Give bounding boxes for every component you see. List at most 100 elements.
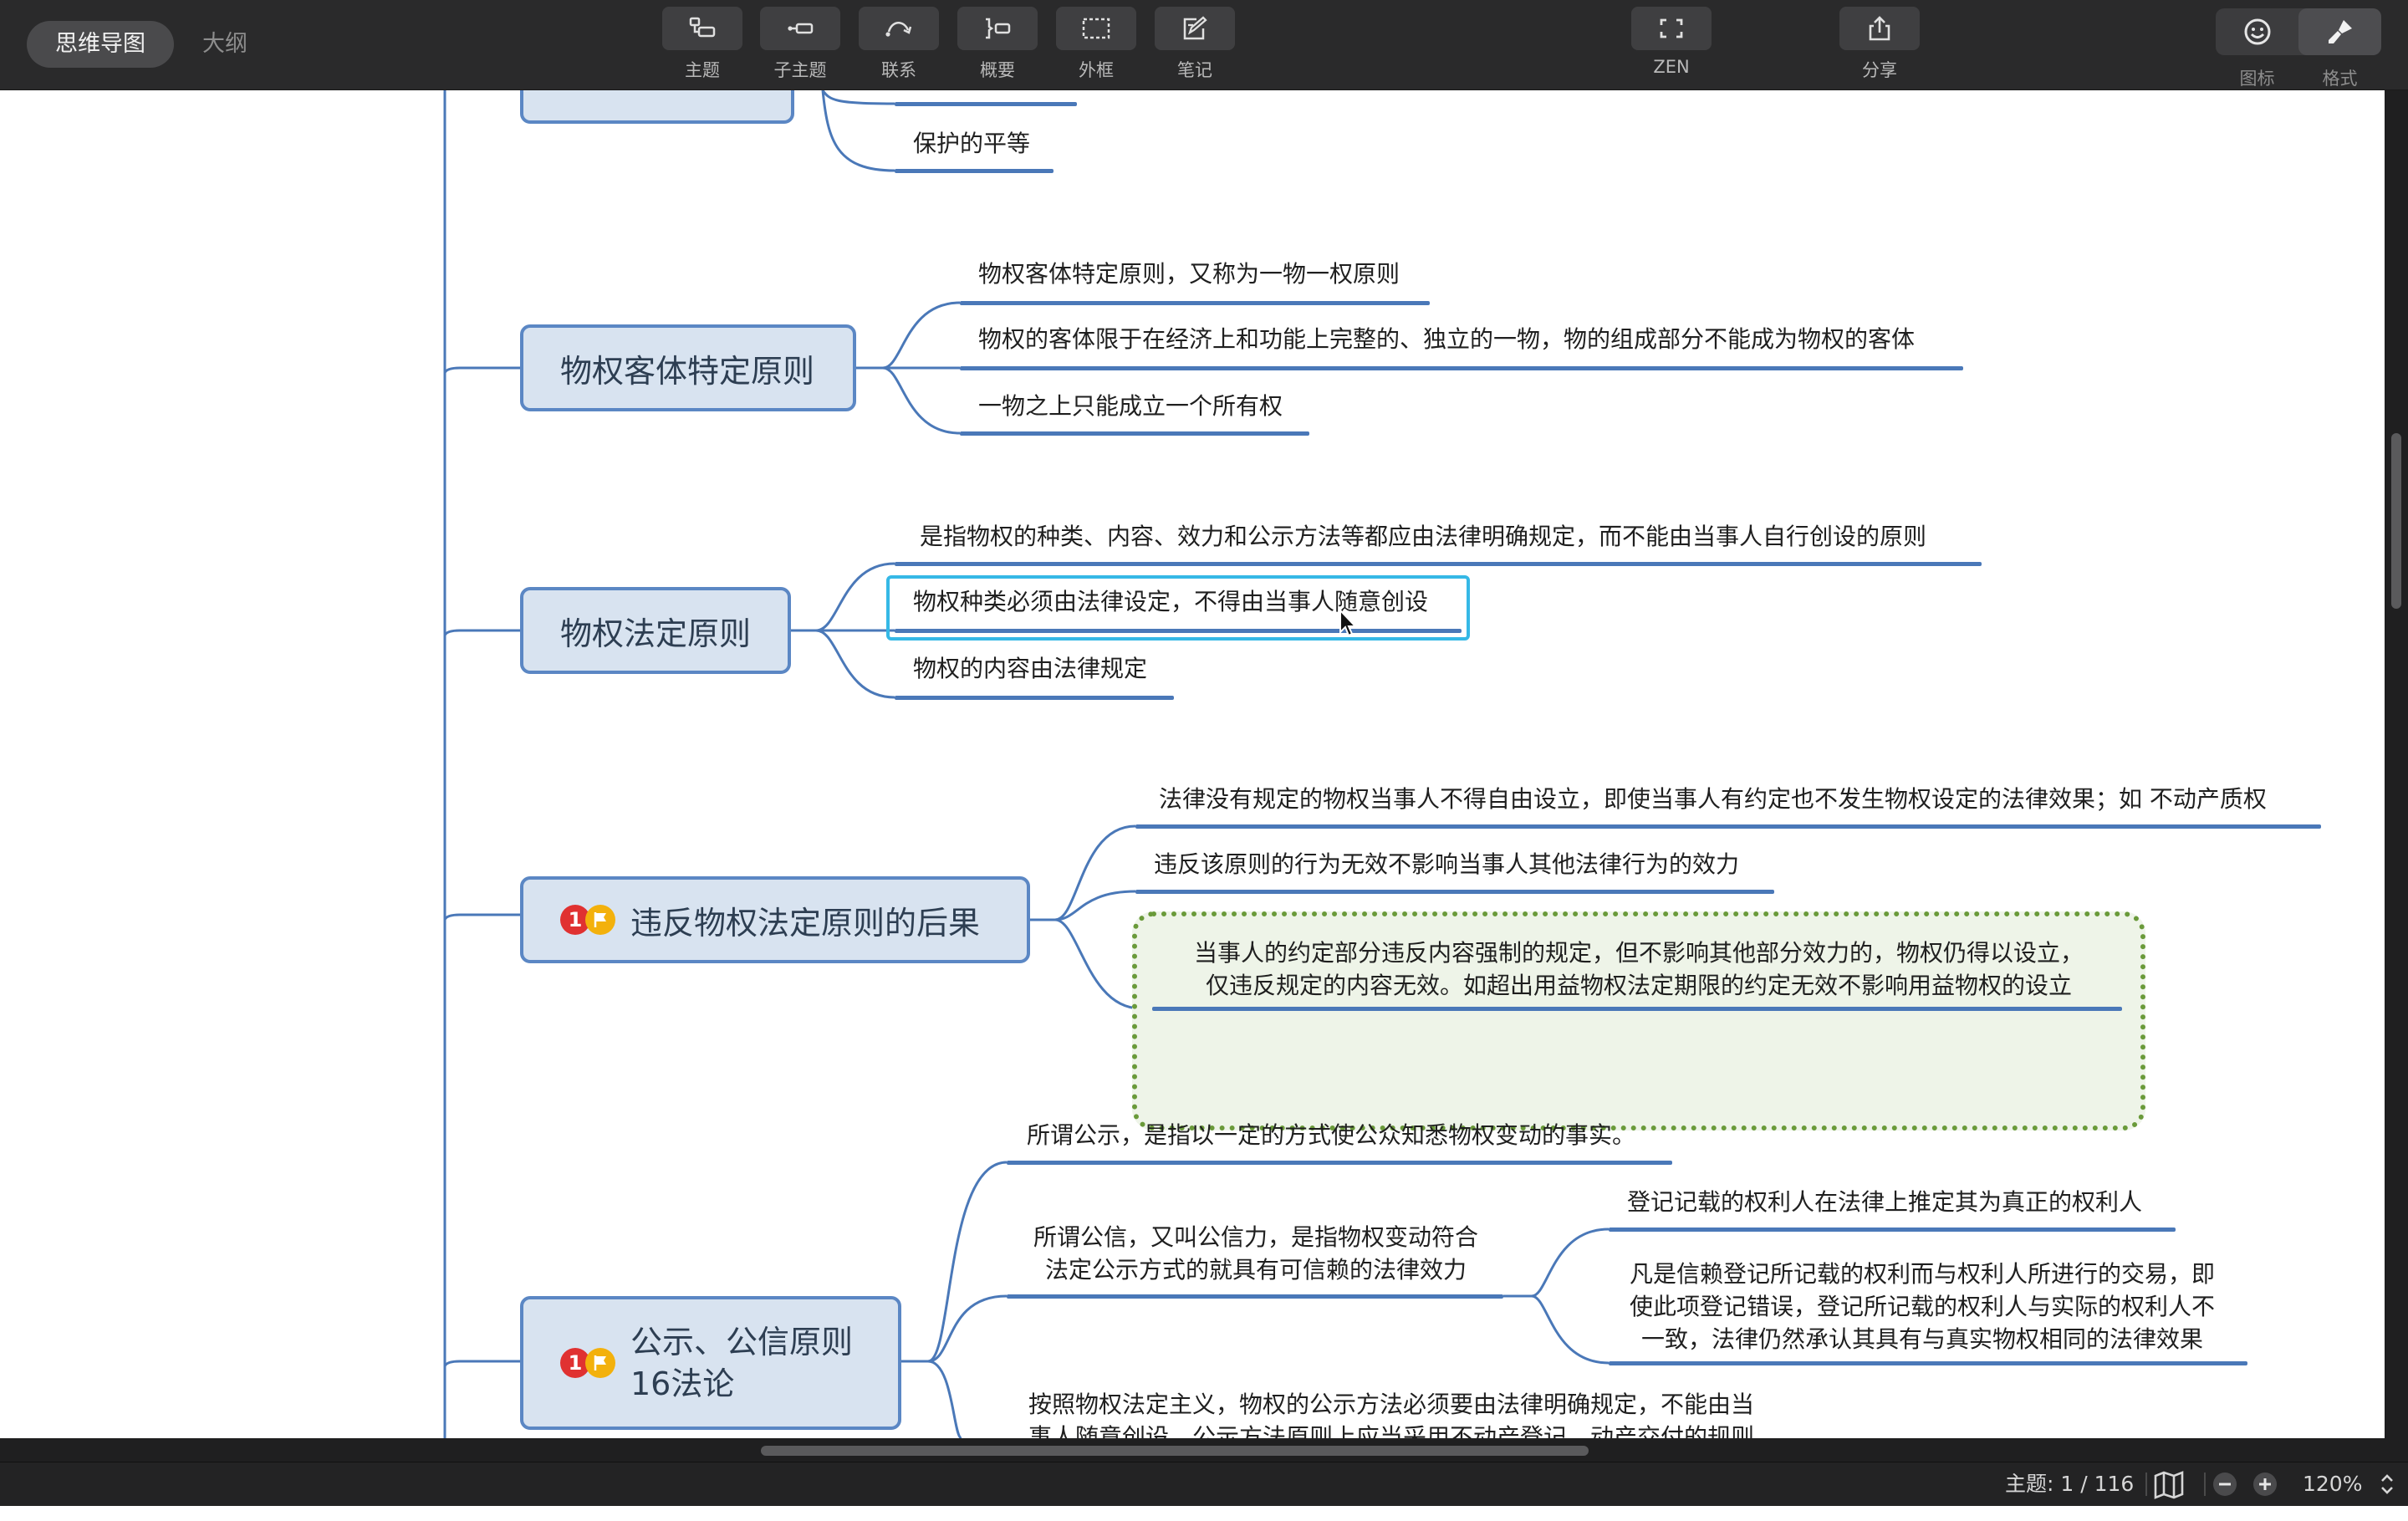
- boundary-tool[interactable]: 外框: [1056, 7, 1136, 84]
- zoom-out-button[interactable]: [2211, 1462, 2239, 1506]
- subtopic-line: 当事人的约定部分违反内容强制的规定，但不影响其他部分效力的，物权仍得以设立，: [1193, 939, 2084, 967]
- subtopic[interactable]: 是指物权的种类、内容、效力和公示方法等都应由法律明确规定，而不能由当事人自行创设…: [920, 520, 1926, 554]
- branch-underline: [960, 366, 1963, 370]
- topic-partial-top[interactable]: [520, 90, 794, 124]
- share-label: 分享: [1862, 60, 1897, 80]
- icon-panel-button[interactable]: [2216, 8, 2298, 55]
- subtopic[interactable]: 一物之上只能成立一个所有权: [978, 390, 1283, 423]
- topic-publicity-credibility[interactable]: 1 公示、公信原则 16法论: [520, 1296, 901, 1430]
- note-label: 笔记: [1177, 60, 1212, 80]
- topic-violation-consequence[interactable]: 1 违反物权法定原则的后果: [520, 876, 1030, 963]
- branch-underline: [1609, 1361, 2247, 1365]
- relationship-icon: [885, 22, 912, 37]
- branch-underline: [1135, 824, 2321, 829]
- subtopic-tool[interactable]: 子主题: [760, 7, 840, 84]
- branch-underline: [1135, 890, 1774, 894]
- map-outline-toggle[interactable]: [2152, 1462, 2189, 1506]
- boundary-label: 外框: [1079, 60, 1114, 80]
- zoom-in-icon: [2253, 1473, 2277, 1496]
- subtopic-registration-trust[interactable]: 凡是信赖登记所记载的权利而与权利人所进行的交易，即 使此项登记错误，登记所记载的…: [1614, 1258, 2231, 1355]
- branch-underline: [895, 102, 1077, 106]
- branch-underline: [1007, 1294, 1503, 1299]
- zen-label: ZEN: [1653, 57, 1690, 77]
- zen-tool[interactable]: ZEN: [1631, 7, 1712, 84]
- branch-underline: [895, 169, 1054, 173]
- zoom-stepper[interactable]: [2376, 1462, 2398, 1506]
- relationship-label: 联系: [881, 60, 916, 80]
- panel-switch: 图标 格式: [2216, 8, 2381, 89]
- smiley-icon: [2244, 18, 2270, 45]
- subtopic[interactable]: 违反该原则的行为无效不影响当事人其他法律行为的效力: [1154, 848, 1739, 881]
- summary-button[interactable]: [957, 7, 1038, 50]
- note-button[interactable]: [1155, 7, 1235, 50]
- subtopic[interactable]: 所谓公示，是指以一定的方式使公众知悉物权变动的事实。: [1027, 1119, 1635, 1152]
- mindmap-canvas[interactable]: 保护的平等 物权客体特定原则 物权客体特定原则，又称为一物一权原则 物权的客体限…: [0, 90, 2385, 1438]
- subtopic-line: 按照物权法定主义，物权的公示方法必须要由法律明确规定，不能由当: [1028, 1391, 1755, 1418]
- topic-label: 物权法定原则: [560, 615, 752, 652]
- tab-mindmap[interactable]: 思维导图: [27, 21, 174, 68]
- subtopic-line: 事人随意创设。公示方法原则上应当采用不动产登记、动产交付的规则: [1028, 1423, 1755, 1438]
- marker-badges[interactable]: 1: [560, 905, 615, 935]
- topic-legal-principle[interactable]: 物权法定原则: [520, 587, 791, 674]
- zoom-in-button[interactable]: [2251, 1462, 2279, 1506]
- view-mode-switch: 思维导图 大纲: [27, 21, 276, 68]
- subtopic[interactable]: 物权的内容由法律规定: [913, 652, 1147, 686]
- boundary-button[interactable]: [1056, 7, 1136, 50]
- subtopic-line: 法定公示方式的就具有可信赖的法律效力: [1044, 1256, 1467, 1284]
- subtopic-line: 仅违反规定的内容无效。如超出用益物权法定期限的约定无效不影响用益物权的设立: [1205, 972, 2072, 999]
- fullscreen-icon: [1660, 18, 1683, 38]
- brush-icon: [2328, 20, 2352, 43]
- subtopic[interactable]: 物权的客体限于在经济上和功能上完整的、独立的一物，物的组成部分不能成为物权的客体: [978, 323, 1915, 356]
- branch-underline: [1007, 1161, 1672, 1165]
- subtopic-button[interactable]: [760, 7, 840, 50]
- subtopic-line: 使此项登记错误，登记所记载的权利人与实际的权利人不: [1629, 1293, 2215, 1320]
- branch-underline: [895, 696, 1174, 700]
- topic-button[interactable]: [662, 7, 742, 50]
- relationship-tool[interactable]: 联系: [859, 7, 939, 84]
- share-tool[interactable]: 分享: [1839, 7, 1920, 84]
- vertical-scroll-thumb[interactable]: [2391, 433, 2401, 609]
- branch-underline: [1152, 1007, 2122, 1011]
- flag-icon[interactable]: [585, 1348, 615, 1378]
- subtopic-credibility[interactable]: 所谓公信，又叫公信力，是指物权变动符合 法定公示方式的就具有可信赖的法律效力: [1022, 1221, 1490, 1286]
- format-panel-button[interactable]: [2298, 8, 2381, 55]
- topic-label-line: 16法论: [630, 1365, 735, 1402]
- zoom-level[interactable]: 120%: [2303, 1462, 2362, 1506]
- branch-underline: [960, 431, 1309, 436]
- subtopic[interactable]: 登记记载的权利人在法律上推定其为真正的权利人: [1627, 1186, 2142, 1219]
- topic-label: 违反物权法定原则的后果: [630, 904, 981, 942]
- top-toolbar: 思维导图 大纲 主题 子主题 联系 概要 外框 笔记 ZEN 分享 图标 格式: [0, 0, 2408, 90]
- subtopic-publicity-method[interactable]: 按照物权法定主义，物权的公示方法必须要由法律明确规定，不能由当 事人随意创设。公…: [1028, 1388, 1865, 1438]
- map-icon: [2154, 1471, 2184, 1499]
- boundary-icon: [1082, 18, 1110, 39]
- share-icon: [1869, 16, 1890, 41]
- flag-icon[interactable]: [585, 905, 615, 935]
- share-button[interactable]: [1839, 7, 1920, 50]
- subtopic[interactable]: 物权客体特定原则，又称为一物一权原则: [978, 258, 1400, 291]
- subtopic-line: 凡是信赖登记所记载的权利而与权利人所进行的交易，即: [1629, 1260, 2215, 1288]
- note-tool[interactable]: 笔记: [1155, 7, 1235, 84]
- summary-tool[interactable]: 概要: [957, 7, 1038, 84]
- vertical-scrollbar[interactable]: [2385, 90, 2408, 1438]
- zen-button[interactable]: [1631, 7, 1712, 50]
- subtopic-protection-equality[interactable]: 保护的平等: [913, 127, 1030, 161]
- topic-counter: 主题: 1 / 116: [2005, 1472, 2135, 1496]
- branch-underline: [895, 629, 1462, 633]
- summary-label: 概要: [980, 60, 1015, 80]
- subtopic-boundary[interactable]: 当事人的约定部分违反内容强制的规定，但不影响其他部分效力的，物权仍得以设立， 仅…: [1154, 937, 2124, 1002]
- tab-outline[interactable]: 大纲: [174, 21, 276, 68]
- topic-object-specificity[interactable]: 物权客体特定原则: [520, 324, 856, 411]
- divider: [2204, 1473, 2206, 1496]
- subtopic-icon: [788, 23, 814, 34]
- horizontal-scrollbar[interactable]: [0, 1438, 2408, 1462]
- branch-underline: [895, 562, 1982, 566]
- horizontal-scroll-thumb[interactable]: [761, 1446, 1589, 1456]
- mouse-cursor-icon: [1339, 609, 1358, 637]
- relationship-button[interactable]: [859, 7, 939, 50]
- subtopic[interactable]: 法律没有规定的物权当事人不得自由设立，即使当事人有约定也不发生物权设定的法律效果…: [1159, 783, 2267, 816]
- zoom-out-icon: [2213, 1473, 2237, 1496]
- divider: [2145, 1473, 2147, 1496]
- topic-tool[interactable]: 主题: [662, 7, 742, 84]
- status-bar: 主题: 1 / 116 120%: [0, 1462, 2408, 1506]
- marker-badges[interactable]: 1: [560, 1348, 615, 1378]
